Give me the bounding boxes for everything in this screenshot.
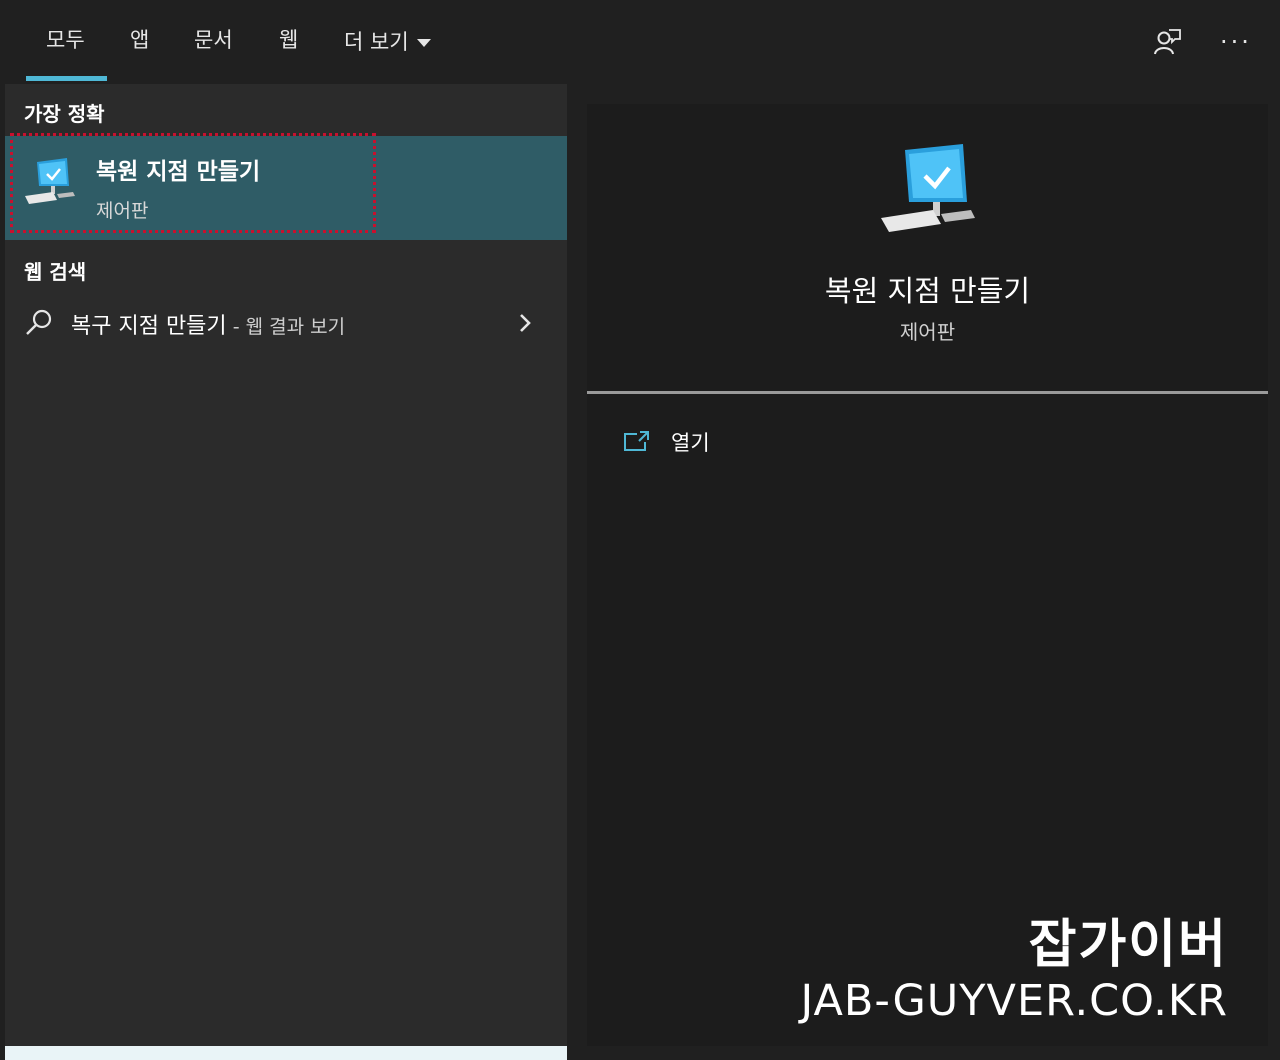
watermark-korean: 잡가이버 xyxy=(1028,915,1228,975)
tab-documents[interactable]: 문서 xyxy=(194,24,233,60)
preview-header: 복원 지점 만들기 제어판 xyxy=(587,104,1268,392)
open-external-icon xyxy=(624,431,649,451)
tab-web[interactable]: 웹 xyxy=(279,24,298,60)
top-bar: 모두 앱 문서 웹 더 보기 ··· xyxy=(0,0,1280,84)
more-options-button[interactable]: ··· xyxy=(1218,24,1254,60)
tab-all[interactable]: 모두 xyxy=(46,24,85,60)
open-action[interactable]: 열기 xyxy=(623,424,710,460)
watermark-english: JAB-GUYVER.CO.KR xyxy=(800,976,1228,1026)
search-window: 모두 앱 문서 웹 더 보기 ··· 가장 정확 복원 지점 만들기 제어판 웹… xyxy=(0,0,1280,1060)
results-panel: 가장 정확 복원 지점 만들기 제어판 웹 검색 복구 지점 만들기 - 웹 결… xyxy=(5,84,567,1046)
feedback-button[interactable] xyxy=(1149,24,1185,60)
search-icon xyxy=(26,309,52,335)
tab-more[interactable]: 더 보기 xyxy=(344,24,431,60)
best-match-title: 복원 지점 만들기 xyxy=(96,159,261,185)
caret-down-icon xyxy=(416,39,431,47)
chevron-right-icon xyxy=(520,314,531,332)
more-dots-icon: ··· xyxy=(1220,28,1252,56)
web-search-heading: 웹 검색 xyxy=(24,260,87,284)
web-search-result[interactable]: 복구 지점 만들기 - 웹 결과 보기 xyxy=(5,296,567,350)
active-tab-indicator xyxy=(26,76,107,81)
tab-apps[interactable]: 앱 xyxy=(130,24,149,60)
web-search-suffix: - 웹 결과 보기 xyxy=(226,316,346,338)
best-match-heading: 가장 정확 xyxy=(24,102,105,126)
left-bottom-bar xyxy=(5,1046,567,1060)
feedback-person-icon xyxy=(1154,29,1181,55)
web-search-query: 복구 지점 만들기 xyxy=(71,314,227,339)
tab-more-label: 더 보기 xyxy=(344,30,409,54)
preview-subtitle: 제어판 xyxy=(899,320,956,344)
monitor-check-icon xyxy=(25,158,75,204)
open-action-label: 열기 xyxy=(671,431,710,455)
best-match-subtitle: 제어판 xyxy=(96,200,149,222)
web-search-text: 복구 지점 만들기 - 웹 결과 보기 xyxy=(71,308,345,340)
monitor-check-icon-large xyxy=(881,144,975,232)
preview-title: 복원 지점 만들기 xyxy=(824,274,1031,308)
best-match-result[interactable]: 복원 지점 만들기 제어판 xyxy=(5,133,567,240)
